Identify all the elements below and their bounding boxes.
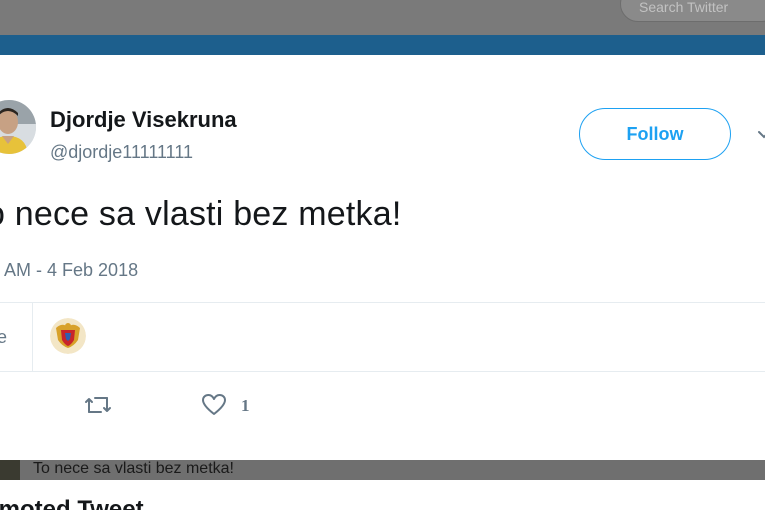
liker-avatar[interactable] <box>50 318 86 354</box>
user-handle[interactable]: @djordje11111111 <box>50 142 193 163</box>
promoted-tweet-header: omoted Tweet <box>0 480 765 510</box>
chevron-down-icon[interactable] <box>757 128 765 142</box>
display-name[interactable]: Djordje Visekruna <box>50 107 237 133</box>
dimmed-header-band <box>0 35 765 55</box>
dimmed-avatar <box>0 460 20 480</box>
dimmed-top-bar: Search Twitter <box>0 0 765 35</box>
search-input[interactable]: Search Twitter <box>620 0 765 22</box>
tweet-text: o nece sa vlasti bez metka! <box>0 195 402 233</box>
likes-label[interactable]: ke <box>0 327 7 348</box>
tweet-timestamp[interactable]: 0 AM - 4 Feb 2018 <box>0 260 138 281</box>
promoted-label: omoted Tweet <box>0 496 144 510</box>
retweet-icon[interactable] <box>84 393 112 417</box>
avatar[interactable] <box>0 100 36 154</box>
follow-button[interactable]: Follow <box>579 108 731 160</box>
heart-icon[interactable] <box>201 393 227 417</box>
tweet-card: Djordje Visekruna @djordje11111111 Follo… <box>0 55 765 460</box>
stats-separator <box>32 303 33 371</box>
divider <box>0 302 765 303</box>
like-count: 1 <box>241 396 250 415</box>
dimmed-tweet-text: To nece sa vlasti bez metka! <box>33 460 234 477</box>
divider <box>0 371 765 372</box>
search-placeholder: Search Twitter <box>639 0 729 15</box>
